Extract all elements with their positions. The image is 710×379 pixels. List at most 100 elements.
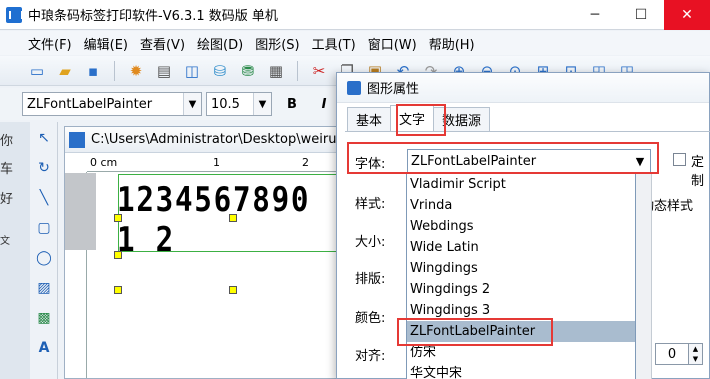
document-icon <box>69 131 85 148</box>
toolbar-separator <box>297 60 298 81</box>
new-file-icon[interactable]: ▭ <box>26 60 48 82</box>
database-settings-icon[interactable]: ⛃ <box>237 60 259 82</box>
tab-basic[interactable]: 基本 <box>347 107 392 131</box>
title-bar: 中琅条码标签打印软件-V6.3.1 数码版 单机 ─ ☐ ✕ <box>0 0 710 30</box>
color-label: 颜色: <box>355 311 386 326</box>
document-path: C:\Users\Administrator\Desktop\weiruar <box>91 132 350 147</box>
menu-shape[interactable]: 图形(S) <box>249 34 305 53</box>
chevron-down-icon[interactable]: ▼ <box>183 93 201 115</box>
label-text-content[interactable]: 1234567890 1 2 <box>117 180 320 260</box>
dialog-title-bar: 图形属性 <box>337 73 709 103</box>
ruler-tick: 2 <box>302 156 309 169</box>
align-label: 对齐: <box>355 349 386 364</box>
dialog-title: 图形属性 <box>367 82 420 97</box>
document-title-bar: C:\Users\Administrator\Desktop\weiruar <box>65 127 353 153</box>
menu-draw[interactable]: 绘图(D) <box>191 34 249 53</box>
dropdown-option[interactable]: ZLFontLabelPainter <box>407 321 635 342</box>
menu-window[interactable]: 窗口(W) <box>362 34 423 53</box>
format-toolbar: ZLFontLabelPainter ▼ 10.5 ▼ B I <box>0 88 340 120</box>
minimize-button[interactable]: ─ <box>572 0 618 30</box>
menu-help[interactable]: 帮助(H) <box>423 34 481 53</box>
dropdown-option[interactable]: Wingdings <box>407 258 635 279</box>
font-select-value: ZLFontLabelPainter <box>411 153 537 169</box>
shape-properties-dialog: 图形属性 基本 文字 数据源 字体: 样式: 大小: 排版: 颜色: 对齐: Z… <box>336 72 710 379</box>
dropdown-option[interactable]: Webdings <box>407 216 635 237</box>
layout-label: 排版: <box>355 272 386 287</box>
text-tool-icon[interactable]: A <box>32 336 56 360</box>
tab-datasource[interactable]: 数据源 <box>433 107 491 131</box>
style-label: 样式: <box>355 197 386 212</box>
dialog-icon <box>347 80 361 95</box>
database-icon[interactable]: ⛁ <box>209 60 231 82</box>
rectangle-tool-icon[interactable]: ▢ <box>32 216 56 240</box>
dropdown-option[interactable]: Vrinda <box>407 195 635 216</box>
chevron-down-icon[interactable]: ▼ <box>630 150 650 172</box>
select-pointer-icon[interactable]: ↖ <box>32 126 56 150</box>
window-controls: ─ ☐ ✕ <box>572 0 710 30</box>
horizontal-ruler: 0 cm 1 2 <box>87 154 353 172</box>
background-text: 车 <box>0 162 14 177</box>
bold-button[interactable]: B <box>280 92 304 116</box>
tab-text[interactable]: 文字 <box>390 105 435 131</box>
dropdown-scrollbar[interactable] <box>636 173 652 379</box>
font-label: 字体: <box>355 157 386 172</box>
drawing-tools-panel: ↖ ↻ ╲ ▢ ◯ ▨ ▩ A <box>30 122 58 379</box>
background-text: 你 <box>0 134 14 149</box>
resize-handle[interactable] <box>229 286 237 294</box>
font-name-combo[interactable]: ZLFontLabelPainter ▼ <box>22 92 202 116</box>
grid-icon[interactable]: ▦ <box>265 60 287 82</box>
menu-view[interactable]: 查看(V) <box>134 34 191 53</box>
rotate-icon[interactable]: ↻ <box>32 156 56 180</box>
custom-checkbox-label: 定制 <box>691 155 705 189</box>
italic-button[interactable]: I <box>312 92 336 116</box>
menu-file[interactable]: 文件(F) <box>22 34 78 53</box>
image-tool-icon[interactable]: ▨ <box>32 276 56 300</box>
document-window: C:\Users\Administrator\Desktop\weiruar 0… <box>64 126 354 379</box>
chevron-down-icon[interactable]: ▼ <box>253 93 271 115</box>
resize-handle[interactable] <box>114 251 122 259</box>
custom-checkbox[interactable] <box>673 153 686 166</box>
ruler-unit: 0 cm <box>90 156 118 169</box>
background-text: 文 <box>0 236 10 247</box>
ruler-tick: 1 <box>213 156 220 169</box>
spinner-arrows[interactable]: ▲ ▼ <box>689 343 703 365</box>
dropdown-option[interactable]: Wide Latin <box>407 237 635 258</box>
font-size-combo[interactable]: 10.5 ▼ <box>206 92 272 116</box>
settings-gear-icon[interactable]: ✹ <box>125 60 147 82</box>
print-preview-icon[interactable]: ◫ <box>181 60 203 82</box>
dialog-tabs: 基本 文字 数据源 <box>347 105 491 131</box>
line-tool-icon[interactable]: ╲ <box>32 186 56 210</box>
align-spinner-input[interactable]: 0 <box>655 343 689 365</box>
font-dropdown-list: Vladimir Script Vrinda Webdings Wide Latin W… <box>406 173 636 379</box>
background-window-edge: 你 车 好 文 <box>0 122 30 379</box>
app-title: 中琅条码标签打印软件-V6.3.1 数码版 单机 <box>28 9 278 24</box>
resize-handle[interactable] <box>114 286 122 294</box>
print-icon[interactable]: ▤ <box>153 60 175 82</box>
picture-tool-icon[interactable]: ▩ <box>32 306 56 330</box>
dropdown-option[interactable]: 仿宋 <box>407 342 635 363</box>
resize-handle[interactable] <box>114 214 122 222</box>
main-window: 中琅条码标签打印软件-V6.3.1 数码版 单机 ─ ☐ ✕ 文件(F) 编辑(… <box>0 0 710 379</box>
dropdown-option[interactable]: Wingdings 3 <box>407 300 635 321</box>
dropdown-option[interactable]: Vladimir Script <box>407 174 635 195</box>
app-logo-icon <box>6 6 23 23</box>
size-label: 大小: <box>355 235 386 250</box>
menu-tools[interactable]: 工具(T) <box>306 34 362 53</box>
toolbar-separator <box>114 60 115 81</box>
ellipse-tool-icon[interactable]: ◯ <box>32 246 56 270</box>
canvas-margin <box>65 173 96 250</box>
background-text: 好 <box>0 192 14 207</box>
restore-button[interactable]: ☐ <box>618 0 664 30</box>
cut-icon[interactable]: ✂ <box>308 60 330 82</box>
dropdown-option[interactable]: Wingdings 2 <box>407 279 635 300</box>
save-icon[interactable]: ▪ <box>82 60 104 82</box>
font-select[interactable]: ZLFontLabelPainter ▼ <box>407 149 651 173</box>
menu-edit[interactable]: 编辑(E) <box>78 34 134 53</box>
close-button[interactable]: ✕ <box>664 0 710 30</box>
dropdown-option[interactable]: 华文中宋 <box>407 363 635 379</box>
font-name-value: ZLFontLabelPainter <box>27 96 153 112</box>
resize-handle[interactable] <box>229 214 237 222</box>
font-size-value: 10.5 <box>211 96 240 112</box>
menu-bar: 文件(F) 编辑(E) 查看(V) 绘图(D) 图形(S) 工具(T) 窗口(W… <box>0 31 710 55</box>
open-folder-icon[interactable]: ▰ <box>54 60 76 82</box>
